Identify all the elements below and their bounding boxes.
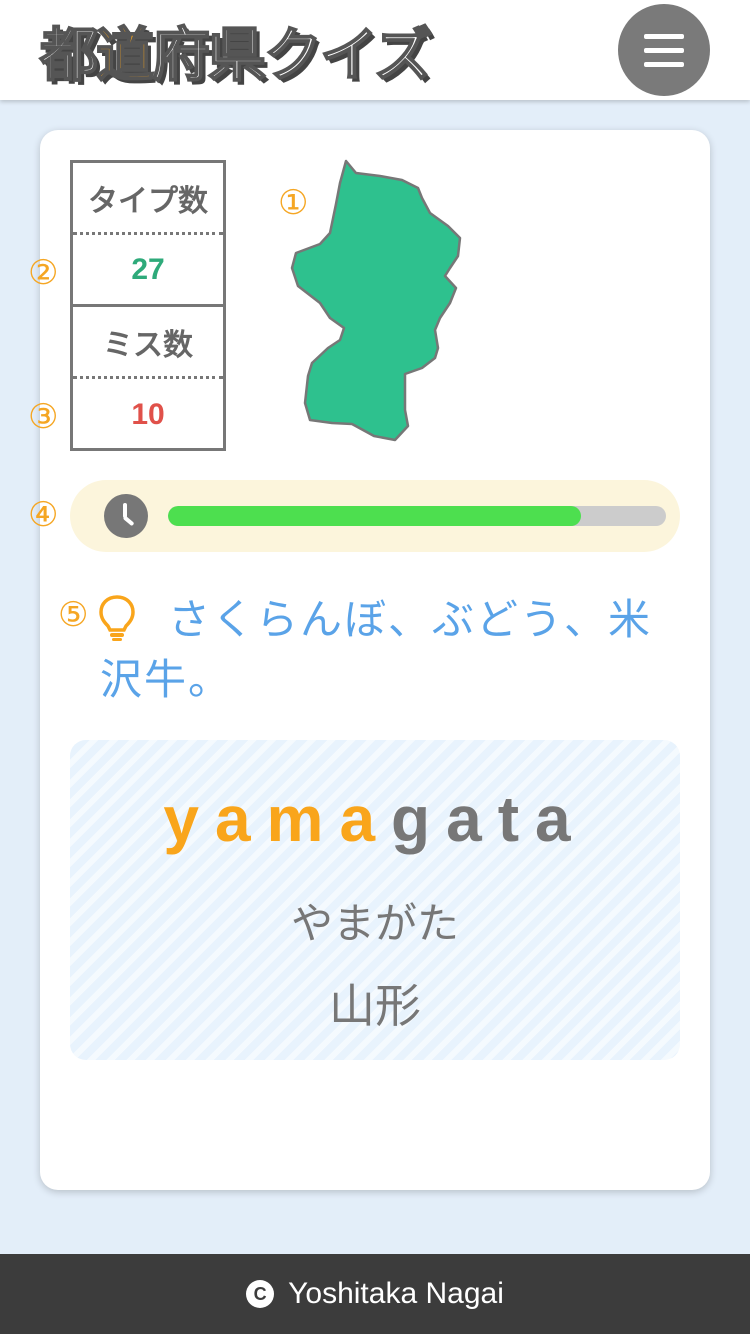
romaji-answer: yamagata	[70, 782, 680, 856]
kana-reading: やまがた	[290, 899, 459, 948]
prefecture-map	[290, 158, 465, 443]
type-count-value: 27	[73, 235, 223, 307]
kanji-name: 山形	[329, 979, 421, 1033]
menu-bar	[644, 61, 684, 67]
marker-4: ④	[28, 495, 59, 535]
hamburger-menu-icon[interactable]	[618, 4, 710, 96]
answer-panel: yamagata やまがた 山形	[70, 740, 680, 1060]
copyright-icon: C	[246, 1280, 275, 1308]
time-limit-bar	[70, 480, 680, 552]
progress-track	[168, 506, 666, 526]
miss-count-label: ミス数	[73, 307, 223, 379]
prefecture-shape	[290, 159, 462, 442]
hint-text: さくらんぼ、ぶどう、米沢牛。	[100, 595, 653, 704]
progress-fill	[168, 506, 582, 526]
menu-bar	[644, 33, 684, 39]
clock-icon	[104, 494, 148, 538]
page-footer: C Yoshitaka Nagai	[0, 1254, 750, 1334]
logo-part-2: 道	[95, 20, 155, 90]
logo-part-1: 都	[39, 20, 99, 90]
romaji-remaining: gata	[391, 783, 587, 855]
type-count-label: タイプ数	[73, 163, 223, 235]
marker-3: ③	[28, 397, 59, 437]
miss-count-value: 10	[131, 398, 165, 431]
app-header: 都道府県クイズ	[0, 0, 750, 100]
menu-bar	[644, 47, 684, 53]
marker-2: ②	[28, 253, 59, 293]
logo-part-3: 府県クイズ	[151, 20, 433, 90]
author-name: Yoshitaka Nagai	[288, 1277, 504, 1310]
app-logo: 都道府県クイズ	[39, 10, 433, 90]
quiz-card: ① ② ③ ④ ⑤ ⑥ タイプ数 27 ミス数 10 さくらんぼ、ぶどう、米沢牛…	[28, 130, 710, 1190]
romaji-typed: yama	[163, 783, 392, 855]
marker-5: ⑤	[58, 595, 89, 635]
score-table: タイプ数 27 ミス数 10	[70, 160, 226, 451]
